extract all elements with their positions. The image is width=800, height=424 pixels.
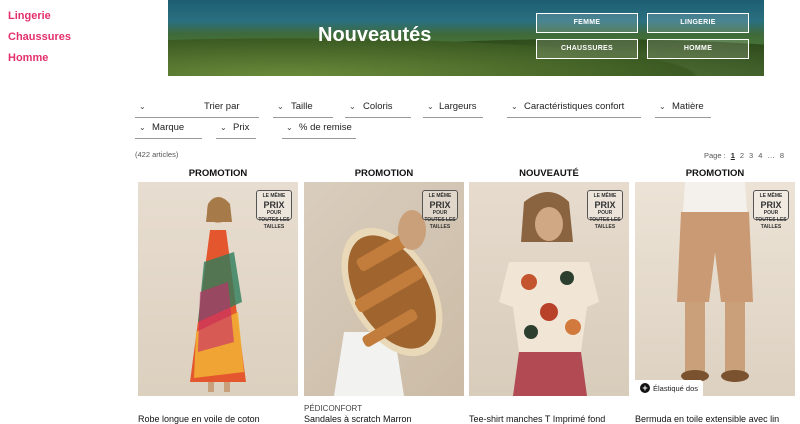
femme-button[interactable]: FEMME	[536, 13, 638, 33]
product-name[interactable]: Tee-shirt manches T Imprimé fond	[469, 414, 629, 424]
pagination: Page : 1 2 3 4 … 8	[704, 151, 784, 160]
colors-label: Coloris	[363, 101, 393, 112]
page-link[interactable]: 8	[780, 151, 784, 160]
page-link[interactable]: 2	[740, 151, 744, 160]
sort-label: Trier par	[204, 101, 240, 112]
discount-filter[interactable]: ⌄ % de remise	[282, 121, 356, 139]
sidebar-nav: Lingerie Chaussures Homme	[8, 8, 71, 71]
promotion-badge: PROMOTION	[354, 168, 414, 179]
widths-label: Largeurs	[439, 101, 477, 112]
chevron-down-icon: ⌄	[139, 123, 146, 132]
product-card[interactable]: NOUVEAUTÉ LE MÊME PRIX POUR TOUTES LES TAI…	[469, 168, 629, 424]
feature-tag[interactable]: + Élastiqué dos	[635, 380, 704, 396]
chevron-down-icon: ⌄	[220, 123, 227, 132]
same-price-stamp: LE MÊME PRIX POUR TOUTES LES TAILLES	[587, 190, 623, 230]
product-brand	[138, 404, 298, 414]
page-link[interactable]: 4	[758, 151, 762, 160]
product-card[interactable]: PROMOTION LE MÊME PRIX POUR TOUTES LES TAI…	[635, 168, 795, 424]
product-card[interactable]: PROMOTION LE MÊME PRIX POUR TOUTES LES TAI…	[304, 168, 464, 424]
sort-dropdown[interactable]: ⌄ Trier par	[135, 100, 259, 118]
product-brand	[469, 404, 629, 414]
same-price-stamp: LE MÊME PRIX POUR TOUTES LES TAILLES	[422, 190, 458, 230]
product-name[interactable]: Robe longue en voile de coton	[138, 414, 298, 424]
brand-filter[interactable]: ⌄ Marque	[135, 121, 202, 139]
product-brand: PÉDICONFORT	[304, 404, 363, 413]
promotion-badge: PROMOTION	[685, 168, 745, 179]
product-image[interactable]: LE MÊME PRIX POUR TOUTES LES TAILLES	[469, 182, 629, 396]
product-name[interactable]: Bermuda en toile extensible avec lin	[635, 414, 795, 424]
comfort-filter[interactable]: ⌄ Caractéristiques confort	[507, 100, 641, 118]
page-link[interactable]: 3	[749, 151, 753, 160]
banner-title: Nouveautés	[318, 24, 432, 46]
product-image[interactable]: LE MÊME PRIX POUR TOUTES LES TAILLES	[138, 182, 298, 396]
new-badge: NOUVEAUTÉ	[519, 168, 579, 179]
sidebar-item-lingerie[interactable]: Lingerie	[8, 8, 71, 29]
comfort-label: Caractéristiques confort	[524, 101, 625, 112]
material-label: Matière	[672, 101, 704, 112]
chevron-down-icon: ⌄	[349, 102, 356, 111]
product-brand	[635, 404, 795, 414]
product-image[interactable]: LE MÊME PRIX POUR TOUTES LES TAILLES + Éla…	[635, 182, 795, 396]
page-link[interactable]: 1	[731, 151, 735, 160]
same-price-stamp: LE MÊME PRIX POUR TOUTES LES TAILLES	[753, 190, 789, 230]
chevron-down-icon: ⌄	[427, 102, 434, 111]
hero-banner: Nouveautés FEMME LINGERIE CHAUSSURES HOM…	[168, 0, 764, 76]
chaussures-button[interactable]: CHAUSSURES	[536, 39, 638, 59]
widths-filter[interactable]: ⌄ Largeurs	[423, 100, 483, 118]
results-count: (422 articles)	[135, 150, 179, 159]
brand-label: Marque	[152, 122, 185, 133]
colors-filter[interactable]: ⌄ Coloris	[345, 100, 411, 118]
homme-button[interactable]: HOMME	[647, 39, 749, 59]
sidebar-item-chaussures[interactable]: Chaussures	[8, 29, 71, 50]
product-name[interactable]: Sandales à scratch Marron	[304, 414, 464, 424]
chevron-down-icon: ⌄	[277, 102, 284, 111]
page-ellipsis: …	[767, 151, 775, 160]
page-label: Page :	[704, 151, 726, 160]
chevron-down-icon: ⌄	[139, 102, 146, 111]
chevron-down-icon: ⌄	[511, 102, 518, 111]
discount-label: % de remise	[299, 122, 352, 133]
chevron-down-icon: ⌄	[659, 102, 666, 111]
material-filter[interactable]: ⌄ Matière	[655, 100, 711, 118]
chevron-down-icon: ⌄	[286, 123, 293, 132]
size-filter[interactable]: ⌄ Taille	[273, 100, 333, 118]
price-filter[interactable]: ⌄ Prix	[216, 121, 256, 139]
price-label: Prix	[233, 122, 250, 133]
product-image[interactable]: LE MÊME PRIX POUR TOUTES LES TAILLES	[304, 182, 464, 396]
sidebar-item-homme[interactable]: Homme	[8, 50, 71, 71]
same-price-stamp: LE MÊME PRIX POUR TOUTES LES TAILLES	[256, 190, 292, 230]
lingerie-button[interactable]: LINGERIE	[647, 13, 749, 33]
feature-tag-label: Élastiqué dos	[653, 383, 699, 393]
promotion-badge: PROMOTION	[188, 168, 248, 179]
product-card[interactable]: PROMOTION LE MÊME PRIX POUR TOUTES LES TAI…	[138, 168, 298, 424]
size-label: Taille	[291, 101, 313, 112]
plus-icon: +	[640, 383, 650, 393]
